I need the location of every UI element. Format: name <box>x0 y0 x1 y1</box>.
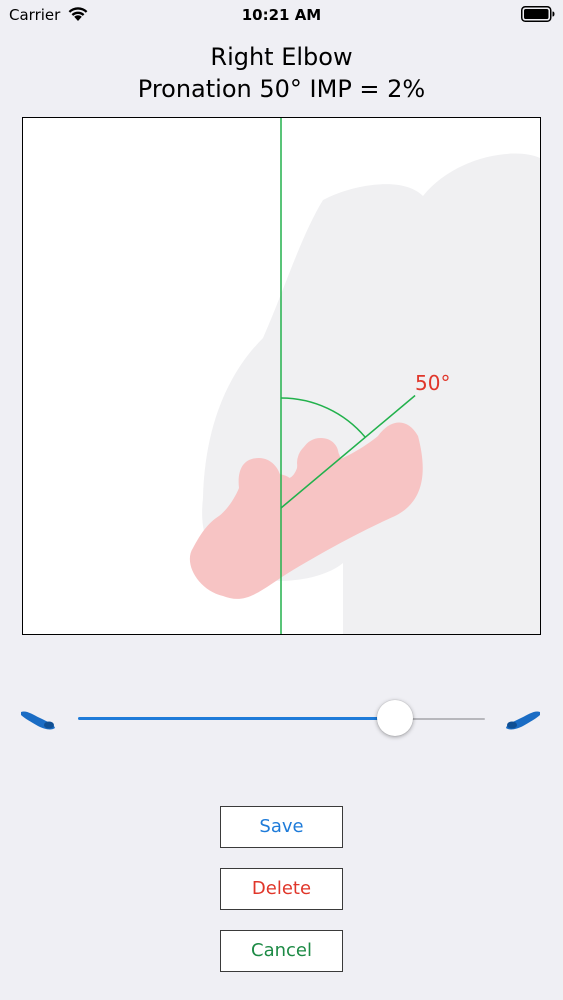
save-button[interactable]: Save <box>220 806 343 848</box>
rotation-slider[interactable] <box>0 690 563 750</box>
cancel-button[interactable]: Cancel <box>220 930 343 972</box>
forearm-supination-icon <box>18 706 58 730</box>
forearm-pronation-icon <box>503 706 543 730</box>
slider-thumb[interactable] <box>377 700 414 736</box>
status-bar: Carrier 10:21 AM <box>0 0 563 30</box>
goniometer-canvas[interactable]: 50° <box>22 117 541 635</box>
page-title: Right Elbow <box>210 43 353 71</box>
delete-button[interactable]: Delete <box>220 868 343 910</box>
angle-label: 50° <box>415 371 450 395</box>
slider-track-filled <box>78 717 396 720</box>
clock-time: 10:21 AM <box>241 6 322 24</box>
battery-icon <box>521 6 555 22</box>
measurement-summary: Pronation 50° IMP = 2% <box>137 75 426 103</box>
